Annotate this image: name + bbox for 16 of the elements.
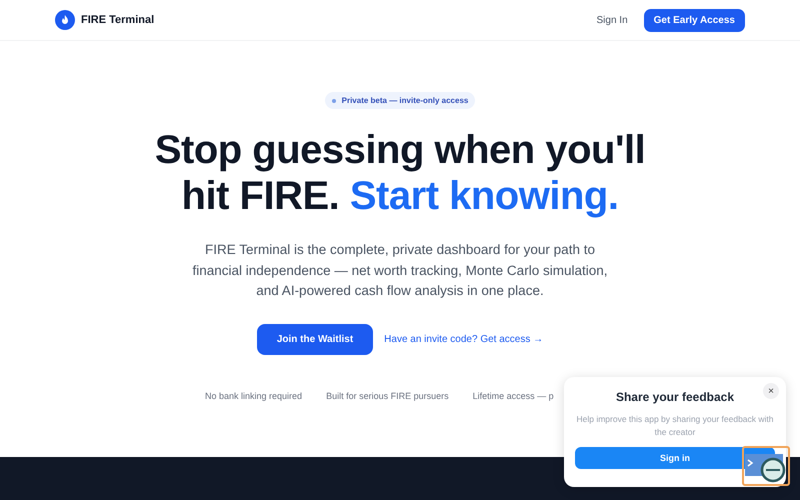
feedback-title: Share your feedback — [616, 390, 734, 404]
trust-item: Built for serious FIRE pursuers — [326, 390, 449, 400]
invite-link[interactable]: Have an invite code? Get access → — [384, 334, 544, 344]
hero-description: FIRE Terminal is the complete, private dashboard for your path to financial independence — net worth tracking, Monte Carlo simulation, and AI-powered cash flow analysis in one place. — [192, 241, 608, 300]
close-button[interactable]: × — [763, 383, 779, 399]
early-access-button[interactable]: Get Early Access — [644, 8, 745, 32]
brand-name: FIRE Terminal — [81, 14, 154, 26]
feedback-text: Help improve this app by sharing your feedback with the creator — [575, 413, 775, 439]
chat-search-icon[interactable] — [742, 446, 790, 486]
beta-badge: Private beta — invite-only access — [324, 92, 476, 109]
hero-heading: Stop guessing when you'll hit FIRE. Start knowing. — [154, 127, 646, 219]
waitlist-button[interactable]: Join the Waitlist — [256, 324, 374, 354]
trust-item: No bank linking required — [205, 390, 302, 400]
trust-item: Lifetime access — p — [472, 390, 554, 400]
sign-in-link[interactable]: Sign In — [596, 14, 628, 26]
flame-logo-icon — [55, 10, 75, 30]
